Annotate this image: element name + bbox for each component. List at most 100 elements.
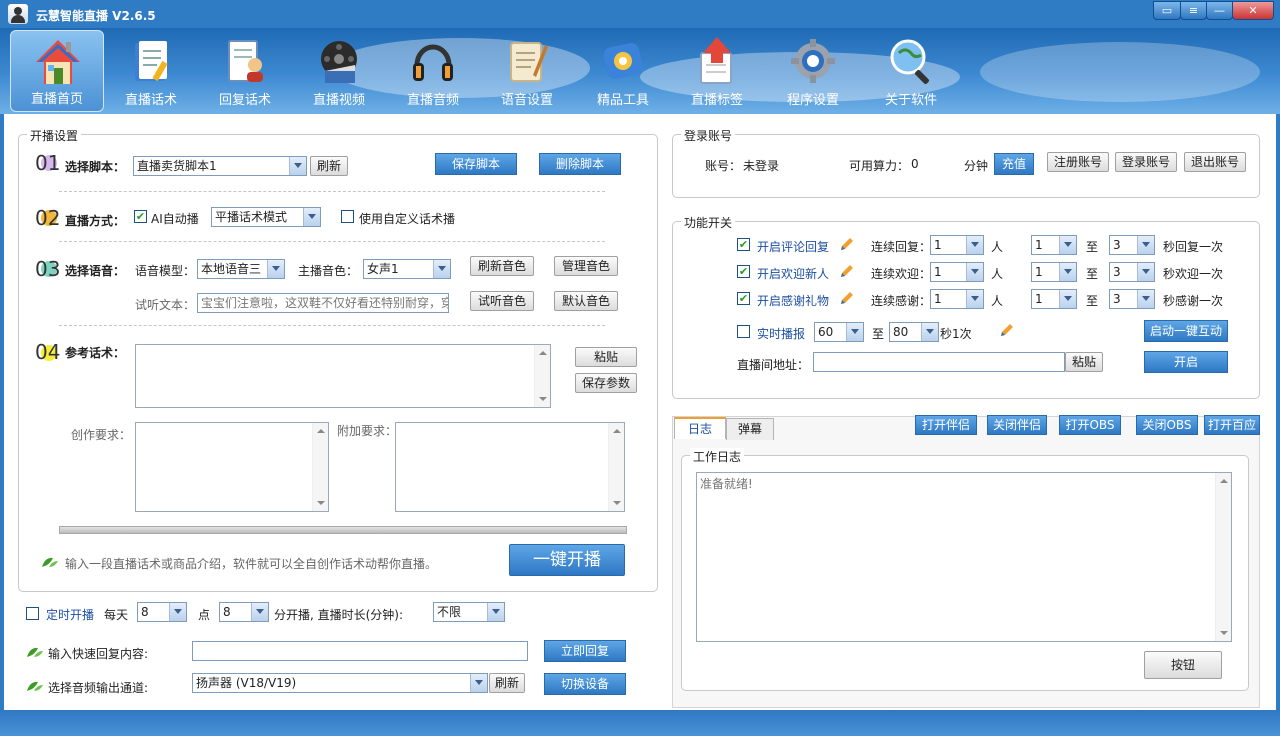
save-params-button[interactable]: 保存参数: [575, 373, 637, 393]
pencil-icon[interactable]: [999, 322, 1015, 338]
chevron-down-icon: [966, 263, 983, 281]
continuous-count-select[interactable]: 1: [930, 262, 984, 282]
extra-requirement-label: 附加要求：: [337, 424, 398, 438]
scrollbar[interactable]: [534, 345, 550, 407]
open-obs-button[interactable]: 打开OBS: [1059, 415, 1121, 435]
refresh-script-button[interactable]: 刷新: [310, 156, 348, 176]
chevron-down-icon: [289, 157, 306, 175]
close-obs-button[interactable]: 关闭OBS: [1136, 415, 1198, 435]
nav-settings[interactable]: 程序设置: [766, 30, 860, 112]
delete-script-button[interactable]: 删除脚本: [539, 153, 621, 175]
continuous-label: 连续感谢：: [871, 294, 932, 308]
logout-button[interactable]: 退出账号: [1184, 152, 1246, 172]
pencil-icon[interactable]: [839, 263, 855, 279]
register-button[interactable]: 注册账号: [1047, 152, 1109, 172]
schedule-checkbox[interactable]: [26, 607, 39, 620]
paste-url-button[interactable]: 粘贴: [1065, 352, 1103, 372]
interval-to-select[interactable]: 3: [1109, 235, 1155, 255]
refresh-voice-button[interactable]: 刷新音色: [470, 256, 534, 276]
open-companion-button[interactable]: 打开伴侣: [915, 415, 977, 435]
close-companion-button[interactable]: 关闭伴侣: [987, 415, 1047, 435]
extra-requirement-textarea[interactable]: [395, 422, 625, 512]
nav-tools[interactable]: 精品工具: [576, 30, 670, 112]
realtime-to-select[interactable]: 80: [889, 322, 939, 342]
realtime-from-select[interactable]: 60: [814, 322, 864, 342]
comment-reply-checkbox[interactable]: ✔: [737, 238, 750, 251]
reply-now-button[interactable]: 立即回复: [544, 640, 626, 662]
nav-home[interactable]: 直播首页: [10, 30, 104, 112]
account-value: 未登录: [743, 159, 780, 173]
welcome-new-checkbox[interactable]: ✔: [737, 265, 750, 278]
feedback-icon[interactable]: ▭: [1153, 1, 1181, 20]
leaf-icon: [27, 647, 43, 657]
open-baiying-button[interactable]: 打开百应: [1204, 415, 1260, 435]
interval-from-select[interactable]: 1: [1031, 262, 1077, 282]
close-button[interactable]: ✕: [1232, 1, 1274, 20]
listen-voice-button[interactable]: 试听音色: [470, 291, 534, 311]
recharge-button[interactable]: 充值: [994, 153, 1034, 175]
nav-reply[interactable]: 回复话术: [198, 30, 292, 112]
interval-from-select[interactable]: 1: [1031, 235, 1077, 255]
refresh-audio-button[interactable]: 刷新: [489, 673, 525, 693]
action-button[interactable]: 按钮: [1144, 651, 1222, 679]
nav-about[interactable]: 关于软件: [864, 30, 958, 112]
interval-to-select[interactable]: 3: [1109, 262, 1155, 282]
audio-output-select[interactable]: 扬声器 (V18/V19): [192, 673, 488, 693]
anchor-voice-select[interactable]: 女声1: [363, 259, 451, 279]
custom-script-checkbox[interactable]: [341, 210, 354, 223]
interval-to-select[interactable]: 3: [1109, 289, 1155, 309]
save-script-button[interactable]: 保存脚本: [435, 153, 517, 175]
continuous-count-select[interactable]: 1: [930, 235, 984, 255]
interval-from-select[interactable]: 1: [1031, 289, 1077, 309]
pencil-icon[interactable]: [839, 290, 855, 306]
broadcast-mode-select[interactable]: 平播话术模式: [211, 207, 321, 227]
continuous-label: 连续欢迎：: [871, 267, 932, 281]
tab-danmaku[interactable]: 弹幕: [726, 418, 774, 440]
create-requirement-textarea[interactable]: [135, 422, 329, 512]
minimize-button[interactable]: —: [1206, 1, 1233, 20]
work-log-textarea[interactable]: 准备就绪!: [696, 472, 1232, 642]
ai-auto-label: AI自动播: [151, 212, 199, 226]
schedule-minute-select[interactable]: 8: [219, 602, 269, 622]
test-text-input[interactable]: 宝宝们注意啦，这双鞋不仅好看还特别耐穿，穿: [197, 293, 449, 313]
voice-model-label: 语音模型：: [135, 264, 196, 278]
duration-select[interactable]: 不限: [433, 602, 505, 622]
default-voice-button[interactable]: 默认音色: [554, 291, 618, 311]
tab-log[interactable]: 日志: [674, 417, 726, 439]
schedule-hour-select[interactable]: 8: [137, 602, 187, 622]
quick-reply-input[interactable]: [192, 641, 528, 661]
login-button[interactable]: 登录账号: [1115, 152, 1177, 172]
scrollbar[interactable]: [1215, 473, 1231, 641]
pencil-icon[interactable]: [839, 236, 855, 252]
continuous-label: 连续回复：: [871, 240, 932, 254]
voice-model-select[interactable]: 本地语音三: [197, 259, 285, 279]
log-panel: 日志 弹幕 打开伴侣 关闭伴侣 打开OBS 关闭OBS 打开百应 工作日志 准备…: [672, 415, 1260, 708]
ai-auto-checkbox[interactable]: ✔: [134, 210, 147, 223]
paste-button[interactable]: 粘贴: [575, 347, 637, 367]
nav-script[interactable]: 直播话术: [104, 30, 198, 112]
reference-script-textarea[interactable]: [135, 344, 551, 408]
open-room-button[interactable]: 开启: [1144, 351, 1228, 373]
nav-audio[interactable]: 直播音频: [386, 30, 480, 112]
scrollbar[interactable]: [608, 423, 624, 511]
continuous-count-select[interactable]: 1: [930, 289, 984, 309]
start-interact-button[interactable]: 启动一键互动: [1144, 320, 1228, 342]
chevron-down-icon: [966, 290, 983, 308]
chevron-down-icon: [1059, 263, 1076, 281]
nav-voice-settings[interactable]: 语音设置: [480, 30, 574, 112]
manage-voice-button[interactable]: 管理音色: [554, 256, 618, 276]
room-url-input[interactable]: [813, 352, 1065, 372]
start-broadcast-button[interactable]: 一键开播: [509, 544, 625, 576]
script-select[interactable]: 直播卖货脚本1: [133, 156, 307, 176]
nav-label: 直播首页: [30, 92, 83, 107]
menu-icon[interactable]: ≡: [1180, 1, 1207, 20]
nav-video[interactable]: 直播视频: [292, 30, 386, 112]
nav-tags[interactable]: 直播标签: [670, 30, 764, 112]
scrollbar[interactable]: [312, 423, 328, 511]
thank-gift-checkbox[interactable]: ✔: [737, 292, 750, 305]
switch-device-button[interactable]: 切换设备: [544, 673, 626, 695]
realtime-report-checkbox[interactable]: [737, 325, 750, 338]
audio-output-label: 选择音频输出通道:: [48, 681, 149, 695]
tip-text: 输入一段直播话术或商品介绍，软件就可以全自创作话术动帮你直播。: [65, 557, 438, 571]
nav-label: 直播视频: [312, 93, 365, 108]
